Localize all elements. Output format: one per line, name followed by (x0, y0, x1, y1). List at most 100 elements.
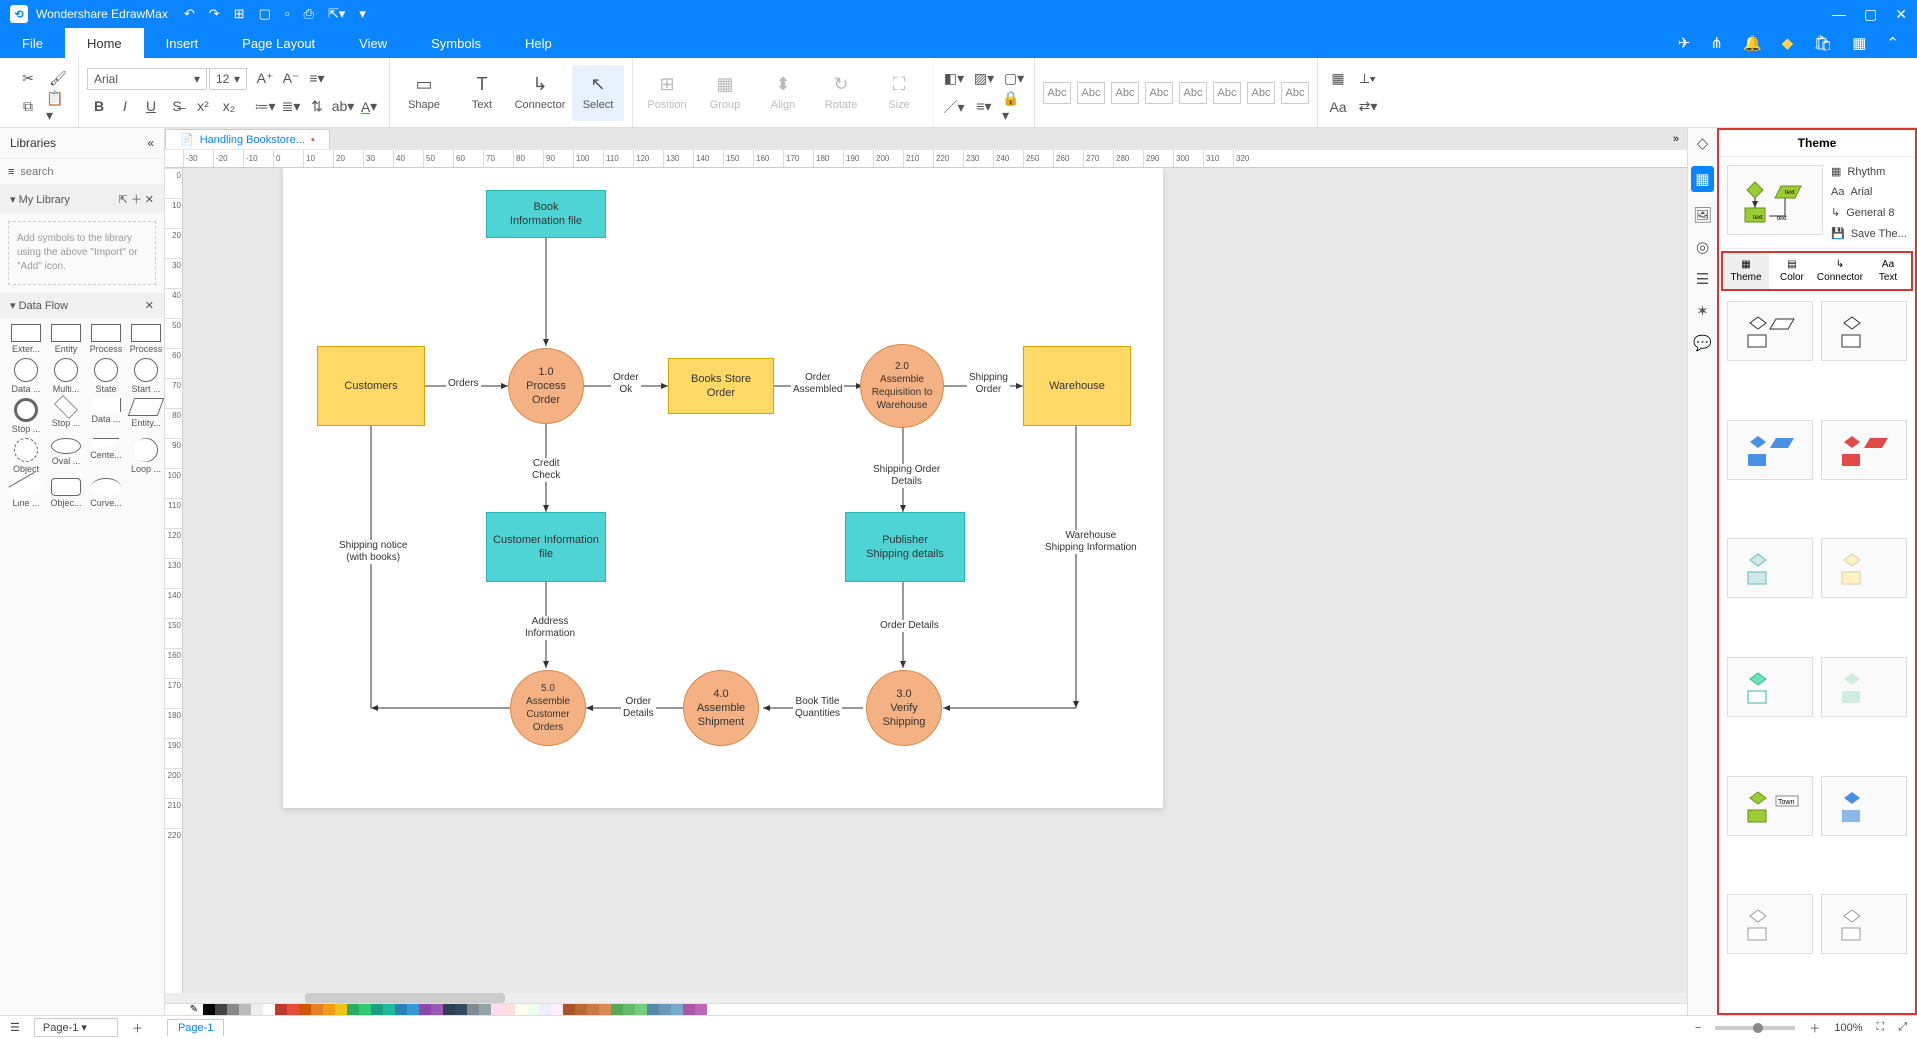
print-icon[interactable]: ⎙ (303, 6, 313, 22)
fontcolor-icon[interactable]: A▾ (357, 95, 381, 119)
open-icon[interactable]: ▢ (259, 6, 271, 22)
color-cell[interactable] (419, 1004, 431, 1015)
color-cell[interactable] (215, 1004, 227, 1015)
fit-icon[interactable]: ⛶ (1876, 1021, 1884, 1034)
color-cell[interactable] (263, 1004, 275, 1015)
search-input[interactable] (20, 166, 162, 178)
lock-icon[interactable]: 🔒▾ (1002, 95, 1026, 119)
outline-icon[interactable]: ☰ (10, 1021, 20, 1034)
style-swatch[interactable]: Abc (1077, 82, 1105, 104)
color-cell[interactable] (515, 1004, 527, 1015)
close-df-icon[interactable]: ✕ (145, 299, 154, 312)
zoom-out-icon[interactable]: − (1695, 1022, 1701, 1034)
grid-apps-icon[interactable]: ▦ (1852, 34, 1866, 52)
superscript-icon[interactable]: x² (191, 94, 215, 118)
theme-panel-icon[interactable]: ▦ (1691, 166, 1713, 192)
color-cell[interactable] (443, 1004, 455, 1015)
fill-icon[interactable]: ◧▾ (942, 67, 966, 91)
color-cell[interactable] (311, 1004, 323, 1015)
theme-swatch[interactable]: Town (1727, 776, 1813, 836)
theme-tab-color[interactable]: ▤Color (1769, 253, 1815, 289)
theme-swatch[interactable] (1727, 420, 1813, 480)
shape-item[interactable]: Entity (48, 324, 84, 354)
shape-item[interactable]: Objec... (48, 478, 84, 508)
tab-view[interactable]: View (337, 28, 409, 58)
shape-item[interactable]: Exter... (8, 324, 44, 354)
crop-icon[interactable]: ⟂▾ (1356, 67, 1380, 91)
undo-icon[interactable]: ↶ (184, 6, 195, 22)
theme-swatch[interactable] (1727, 538, 1813, 598)
theme-tab-text[interactable]: AaText (1865, 253, 1911, 289)
theme-swatch[interactable] (1821, 894, 1907, 954)
shape-item[interactable]: Entity... (128, 398, 164, 434)
bullets-icon[interactable]: ≔▾ (253, 95, 277, 119)
shape-item[interactable]: Stop ... (48, 398, 84, 434)
node-cust-info[interactable]: Customer Informationfile (486, 512, 606, 582)
shape-item[interactable]: Data ... (88, 398, 124, 434)
paste-icon[interactable]: 📋▾ (46, 95, 70, 119)
style-swatch[interactable]: Abc (1111, 82, 1139, 104)
theme-rhythm[interactable]: ▦Rhythm (1831, 165, 1907, 178)
line-icon[interactable]: ／▾ (942, 95, 966, 119)
font-size-select[interactable]: 12▾ (209, 68, 247, 90)
numbering-icon[interactable]: ≣▾ (279, 95, 303, 119)
shape-item[interactable]: Process (128, 324, 164, 354)
color-cell[interactable] (275, 1004, 287, 1015)
shape-item[interactable]: State (88, 358, 124, 394)
color-cell[interactable] (635, 1004, 647, 1015)
more-qat-icon[interactable]: ▾ (359, 6, 366, 22)
color-cell[interactable] (299, 1004, 311, 1015)
color-cell[interactable] (599, 1004, 611, 1015)
zoom-slider[interactable] (1715, 1026, 1795, 1030)
spacing-icon[interactable]: ⇅ (305, 95, 329, 119)
minimize-icon[interactable]: — (1832, 6, 1846, 23)
color-cell[interactable] (683, 1004, 695, 1015)
collapse-ribbon-icon[interactable]: ⌃ (1886, 34, 1899, 52)
zoom-in-icon[interactable]: ＋ (1809, 1020, 1820, 1036)
share-icon[interactable]: ⋔ (1710, 34, 1723, 52)
color-cell[interactable] (647, 1004, 659, 1015)
style-swatch[interactable]: Abc (1281, 82, 1309, 104)
style-swatch[interactable]: Abc (1213, 82, 1241, 104)
subscript-icon[interactable]: x₂ (217, 94, 241, 118)
color-cell[interactable] (239, 1004, 251, 1015)
theme-save[interactable]: 💾Save The... (1831, 227, 1907, 240)
tab-home[interactable]: Home (65, 28, 144, 58)
align-menu-icon[interactable]: ≡▾ (305, 67, 329, 91)
node-process-3[interactable]: 3.0VerifyShipping (866, 670, 942, 746)
italic-icon[interactable]: I (113, 94, 137, 118)
color-cell[interactable] (671, 1004, 683, 1015)
comment-icon[interactable]: 💬 (1693, 334, 1712, 352)
color-cell[interactable] (431, 1004, 443, 1015)
color-cell[interactable] (323, 1004, 335, 1015)
shape-item[interactable]: Object (8, 438, 44, 474)
export-icon[interactable]: ⇱▾ (328, 6, 345, 22)
color-cell[interactable] (587, 1004, 599, 1015)
color-cell[interactable] (503, 1004, 515, 1015)
tab-pagelayout[interactable]: Page Layout (220, 28, 337, 58)
copy-icon[interactable]: ⧉ (16, 95, 40, 119)
cart-icon[interactable]: 🛍 (1813, 34, 1832, 52)
style-swatch[interactable]: Abc (1043, 82, 1071, 104)
import-icon[interactable]: ⇱ (118, 194, 127, 206)
page-tab[interactable]: Page-1 (167, 1019, 224, 1036)
collapse-left-icon[interactable]: « (147, 136, 154, 150)
color-cell[interactable] (203, 1004, 215, 1015)
fullscreen-icon[interactable]: ⤢ (1898, 1021, 1907, 1034)
theme-font[interactable]: AaArial (1831, 186, 1907, 198)
color-cell[interactable] (551, 1004, 563, 1015)
search-menu-icon[interactable]: ≡ (8, 166, 14, 178)
page-selector[interactable]: Page-1 ▾ (34, 1018, 118, 1037)
case-icon[interactable]: ab▾ (331, 95, 355, 119)
image-icon[interactable]: 🖼 (1693, 206, 1712, 224)
node-process-4[interactable]: 4.0AssembleShipment (683, 670, 759, 746)
increase-font-icon[interactable]: A⁺ (253, 67, 277, 91)
color-cell[interactable] (359, 1004, 371, 1015)
color-cell[interactable] (527, 1004, 539, 1015)
new-icon[interactable]: ⊞ (234, 6, 245, 22)
color-cell[interactable] (659, 1004, 671, 1015)
replace-icon[interactable]: ⇄▾ (1356, 95, 1380, 119)
theme-swatch[interactable] (1821, 538, 1907, 598)
add-page-icon[interactable]: ＋ (132, 1020, 143, 1036)
underline-icon[interactable]: U (139, 94, 163, 118)
